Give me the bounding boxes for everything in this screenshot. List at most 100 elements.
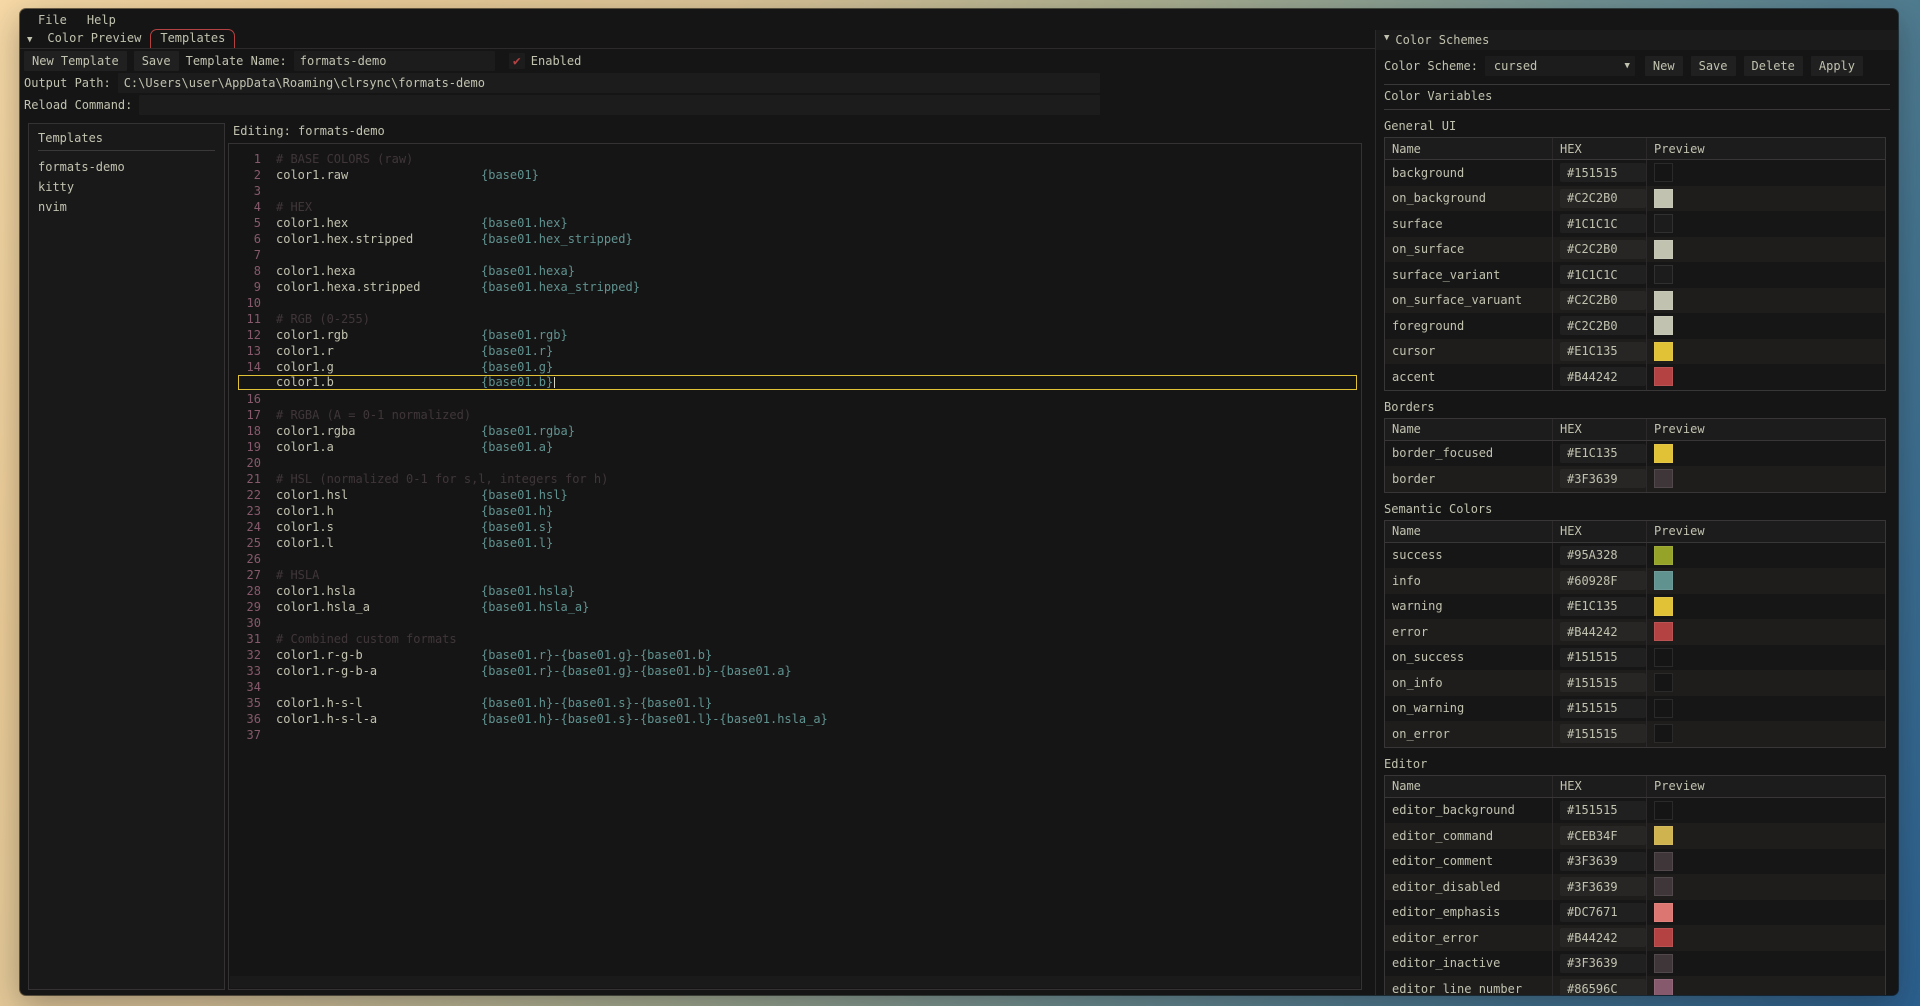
color-swatch[interactable] [1654, 852, 1673, 871]
template-list-item-nvim[interactable]: nvim [38, 197, 215, 217]
color-swatch[interactable] [1654, 954, 1673, 973]
editor-line[interactable]: 17# RGBA (A = 0-1 normalized) [229, 407, 1361, 423]
menu-file[interactable]: File [28, 11, 77, 29]
editor-line[interactable]: 14color1.g{base01.g} [229, 359, 1361, 375]
save-template-button[interactable]: Save [134, 51, 179, 71]
variable-hex-input[interactable]: #B44242 [1560, 622, 1646, 641]
save-scheme-button[interactable]: Save [1691, 56, 1736, 76]
editor-line[interactable]: 24color1.s{base01.s} [229, 519, 1361, 535]
output-path-input[interactable]: C:\Users\user\AppData\Roaming\clrsync\fo… [118, 73, 1100, 93]
tab-templates[interactable]: Templates [150, 29, 235, 48]
editor-line[interactable]: 30 [229, 615, 1361, 631]
editor-line[interactable]: 19color1.a{base01.a} [229, 439, 1361, 455]
variable-hex-input[interactable]: #151515 [1560, 673, 1646, 692]
variable-hex-input[interactable]: #3F3639 [1560, 469, 1646, 488]
editor-line[interactable]: 22color1.hsl{base01.hsl} [229, 487, 1361, 503]
variable-hex-input[interactable]: #E1C135 [1560, 342, 1646, 361]
variable-hex-input[interactable]: #C2C2B0 [1560, 316, 1646, 335]
color-swatch[interactable] [1654, 291, 1673, 310]
editor-line[interactable]: 28color1.hsla{base01.hsla} [229, 583, 1361, 599]
editor-line[interactable]: 9color1.hexa.stripped{base01.hexa_stripp… [229, 279, 1361, 295]
color-swatch[interactable] [1654, 724, 1673, 743]
editor-line[interactable]: 20 [229, 455, 1361, 471]
variable-hex-input[interactable]: #151515 [1560, 724, 1646, 743]
variable-hex-input[interactable]: #C2C2B0 [1560, 240, 1646, 259]
editor-line[interactable]: 21# HSL (normalized 0-1 for s,l, integer… [229, 471, 1361, 487]
color-swatch[interactable] [1654, 444, 1673, 463]
collapse-arrow-icon[interactable]: ▼ [27, 36, 32, 45]
color-swatch[interactable] [1654, 648, 1673, 667]
template-list-item-kitty[interactable]: kitty [38, 177, 215, 197]
editor-horizontal-scrollbar[interactable] [230, 976, 1360, 988]
color-swatch[interactable] [1654, 163, 1673, 182]
variable-hex-input[interactable]: #CEB34F [1560, 826, 1646, 845]
editor-line[interactable]: 26 [229, 551, 1361, 567]
menu-help[interactable]: Help [77, 11, 126, 29]
variable-hex-input[interactable]: #151515 [1560, 163, 1646, 182]
variable-hex-input[interactable]: #60928F [1560, 571, 1646, 590]
color-swatch[interactable] [1654, 597, 1673, 616]
color-swatch[interactable] [1654, 903, 1673, 922]
editor-line[interactable]: 16 [229, 391, 1361, 407]
color-swatch[interactable] [1654, 469, 1673, 488]
color-swatch[interactable] [1654, 240, 1673, 259]
variable-hex-input[interactable]: #E1C135 [1560, 597, 1646, 616]
variable-hex-input[interactable]: #E1C135 [1560, 444, 1646, 463]
color-scheme-select[interactable]: cursed ▼ [1485, 56, 1635, 76]
apply-scheme-button[interactable]: Apply [1811, 56, 1863, 76]
tab-color-preview[interactable]: Color Preview [38, 30, 150, 48]
color-swatch[interactable] [1654, 265, 1673, 284]
editor-line[interactable]: 3 [229, 183, 1361, 199]
variable-hex-input[interactable]: #1C1C1C [1560, 214, 1646, 233]
editor-line[interactable]: 27# HSLA [229, 567, 1361, 583]
color-swatch[interactable] [1654, 367, 1673, 386]
variable-hex-input[interactable]: #3F3639 [1560, 954, 1646, 973]
variable-hex-input[interactable]: #3F3639 [1560, 877, 1646, 896]
color-swatch[interactable] [1654, 699, 1673, 718]
color-swatch[interactable] [1654, 189, 1673, 208]
editor-line[interactable]: 31# Combined custom formats [229, 631, 1361, 647]
variable-hex-input[interactable]: #DC7671 [1560, 903, 1646, 922]
editor-line[interactable]: 29color1.hsla_a{base01.hsla_a} [229, 599, 1361, 615]
variable-hex-input[interactable]: #B44242 [1560, 928, 1646, 947]
new-scheme-button[interactable]: New [1645, 56, 1683, 76]
editor-line[interactable]: 33color1.r-g-b-a{base01.r}-{base01.g}-{b… [229, 663, 1361, 679]
color-schemes-header[interactable]: ▼ Color Schemes [1376, 30, 1898, 50]
color-swatch[interactable] [1654, 342, 1673, 361]
variable-hex-input[interactable]: #151515 [1560, 801, 1646, 820]
template-name-input[interactable]: formats-demo [294, 51, 495, 71]
reload-command-input[interactable] [139, 95, 1100, 115]
variable-hex-input[interactable]: #B44242 [1560, 367, 1646, 386]
editor-line[interactable]: 1# BASE COLORS (raw) [229, 151, 1361, 167]
editor-active-line-input[interactable]: color1.b{base01.b} [238, 375, 1357, 390]
template-editor[interactable]: 1# BASE COLORS (raw)2color1.raw{base01}3… [228, 143, 1362, 990]
variable-hex-input[interactable]: #C2C2B0 [1560, 291, 1646, 310]
variable-hex-input[interactable]: #3F3639 [1560, 852, 1646, 871]
delete-scheme-button[interactable]: Delete [1744, 56, 1803, 76]
editor-line[interactable]: 7 [229, 247, 1361, 263]
editor-line[interactable]: 5color1.hex{base01.hex} [229, 215, 1361, 231]
color-swatch[interactable] [1654, 622, 1673, 641]
editor-line[interactable]: 6color1.hex.stripped{base01.hex_stripped… [229, 231, 1361, 247]
variable-hex-input[interactable]: #86596C [1560, 979, 1646, 995]
variable-hex-input[interactable]: #151515 [1560, 699, 1646, 718]
template-list-item-formats-demo[interactable]: formats-demo [38, 157, 215, 177]
editor-line[interactable]: 34 [229, 679, 1361, 695]
color-swatch[interactable] [1654, 801, 1673, 820]
new-template-button[interactable]: New Template [24, 51, 127, 71]
editor-line[interactable]: 4# HEX [229, 199, 1361, 215]
color-swatch[interactable] [1654, 979, 1673, 995]
color-swatch[interactable] [1654, 214, 1673, 233]
editor-line[interactable]: 35color1.h-s-l{base01.h}-{base01.s}-{bas… [229, 695, 1361, 711]
editor-line[interactable]: 10 [229, 295, 1361, 311]
editor-line[interactable]: 36color1.h-s-l-a{base01.h}-{base01.s}-{b… [229, 711, 1361, 727]
editor-line[interactable]: 13color1.r{base01.r} [229, 343, 1361, 359]
color-swatch[interactable] [1654, 877, 1673, 896]
variable-hex-input[interactable]: #C2C2B0 [1560, 189, 1646, 208]
variable-hex-input[interactable]: #95A328 [1560, 546, 1646, 565]
color-swatch[interactable] [1654, 546, 1673, 565]
editor-line-active[interactable]: color1.b{base01.b} [229, 375, 1361, 391]
enabled-checkbox[interactable]: ✔ [509, 53, 525, 69]
editor-line[interactable]: 8color1.hexa{base01.hexa} [229, 263, 1361, 279]
editor-line[interactable]: 32color1.r-g-b{base01.r}-{base01.g}-{bas… [229, 647, 1361, 663]
